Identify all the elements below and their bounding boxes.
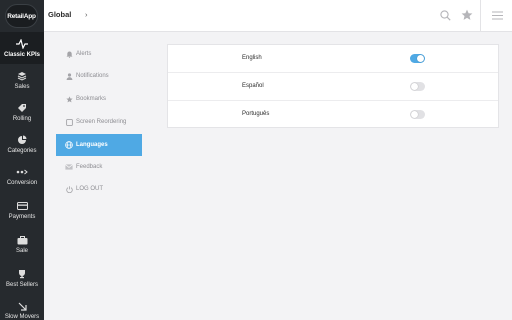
sidebar-item-sales[interactable]: Sales <box>0 64 44 96</box>
search-icon[interactable] <box>438 8 452 22</box>
arrow-down-right-icon <box>16 300 28 312</box>
menu-item-feedback[interactable]: Feedback <box>56 156 142 178</box>
pulse-icon <box>16 38 28 50</box>
breadcrumb[interactable]: Global <box>48 10 71 19</box>
sidebar-item-classic-kpis[interactable]: Classic KPIs <box>0 32 44 64</box>
sidebar-item-label: Sale <box>15 248 28 254</box>
sidebar-item-slow-movers[interactable]: Slow Movers <box>0 294 44 320</box>
language-toggle-espanol[interactable] <box>410 82 425 91</box>
person-icon <box>65 72 73 80</box>
menu-item-screen-reordering[interactable]: Screen Reordering <box>56 111 142 133</box>
app-logo-text: RetailApp <box>7 12 36 20</box>
sidebar-item-conversion[interactable]: Conversion <box>0 160 44 192</box>
menu-item-label: Bookmarks <box>76 96 107 102</box>
menu-item-languages[interactable]: Languages <box>56 134 142 156</box>
language-label: English <box>242 55 262 61</box>
top-bar: Global › <box>44 0 512 32</box>
toggle-knob <box>411 111 418 118</box>
menu-item-log-out[interactable]: LOG OUT <box>56 178 142 200</box>
language-toggle-portugues[interactable] <box>410 110 425 119</box>
menu-item-label: Feedback <box>76 164 103 170</box>
menu-item-alerts[interactable]: Alerts <box>56 43 142 65</box>
sidebar-item-label: Slow Movers <box>4 314 40 320</box>
trophy-icon <box>16 268 28 280</box>
toggle-knob <box>417 55 424 62</box>
sidebar-item-label: Conversion <box>6 180 38 186</box>
sidebar-item-label: Sales <box>14 84 30 90</box>
sidebar-item-label: Best Sellers <box>5 282 38 288</box>
app-logo[interactable]: RetailApp <box>5 4 38 28</box>
briefcase-icon <box>16 234 28 246</box>
sidebar-item-label: Categories <box>7 148 37 154</box>
star-icon[interactable] <box>460 8 474 22</box>
menu-item-notifications[interactable]: Notifications <box>56 65 142 87</box>
sidebar-item-sale[interactable]: Sale <box>0 228 44 260</box>
language-label: Português <box>242 111 270 117</box>
tag-icon <box>16 102 28 114</box>
power-icon <box>65 185 73 193</box>
logo-area: RetailApp <box>0 0 44 32</box>
sidebar-item-label: Payments <box>8 214 36 220</box>
credit-card-icon <box>16 200 28 212</box>
pie-chart-icon <box>16 134 28 146</box>
bell-icon <box>65 50 73 58</box>
globe-icon <box>65 141 73 149</box>
menu-item-label: Notifications <box>76 73 109 79</box>
toolbar-divider <box>480 0 481 32</box>
conversion-icon <box>16 166 28 178</box>
square-icon <box>65 118 73 126</box>
toggle-knob <box>411 83 418 90</box>
sidebar-item-categories[interactable]: Categories <box>0 128 44 160</box>
menu-item-label: Alerts <box>76 51 92 57</box>
hamburger-menu-icon[interactable] <box>490 8 504 22</box>
envelope-icon <box>65 163 73 171</box>
sidebar-item-rolling[interactable]: Rolling <box>0 96 44 128</box>
menu-item-bookmarks[interactable]: Bookmarks <box>56 88 142 110</box>
layers-icon <box>16 70 28 82</box>
menu-item-label: Languages <box>76 142 108 148</box>
app-sidebar: RetailApp Classic KPIs Sales Rolling Cat… <box>0 0 44 320</box>
language-label: Español <box>242 83 264 89</box>
breadcrumb-chevron: › <box>85 10 88 19</box>
sidebar-item-label: Rolling <box>12 116 32 122</box>
language-row-espanol: Español <box>168 73 498 101</box>
sidebar-item-label: Classic KPIs <box>3 52 41 58</box>
language-row-portugues: Português <box>168 101 498 129</box>
language-row-english: English <box>168 45 498 73</box>
star-icon <box>65 95 73 103</box>
menu-item-label: Screen Reordering <box>76 119 127 125</box>
sidebar-item-best-sellers[interactable]: Best Sellers <box>0 262 44 294</box>
languages-panel: English Español Português <box>167 44 499 128</box>
menu-item-label: LOG OUT <box>76 186 104 192</box>
sidebar-item-payments[interactable]: Payments <box>0 194 44 226</box>
language-toggle-english[interactable] <box>410 54 425 63</box>
